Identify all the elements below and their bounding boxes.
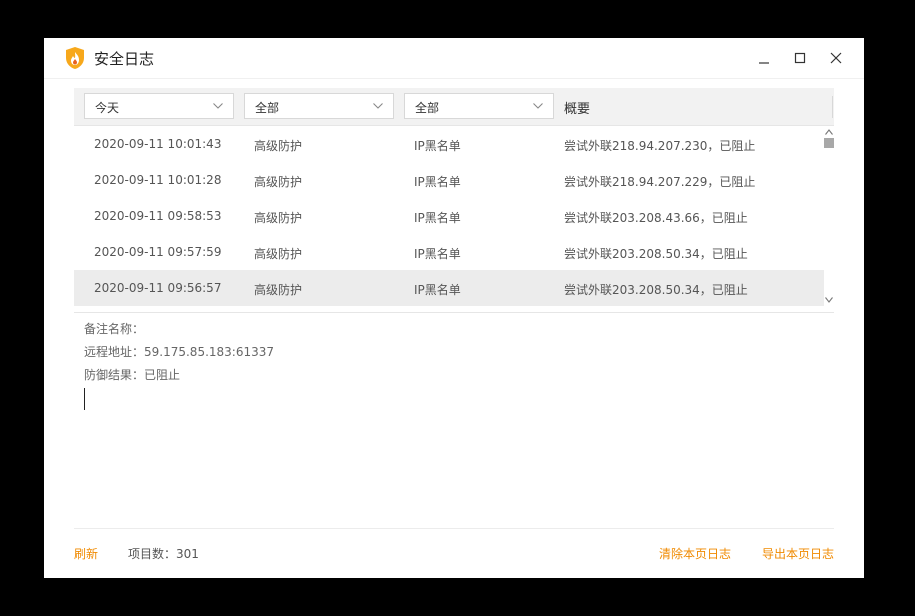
log-type: IP黑名单 xyxy=(414,211,461,225)
scroll-down-arrow-icon[interactable] xyxy=(824,296,834,304)
log-summary: 尝试外联218.94.207.229，已阻止 xyxy=(564,175,756,189)
detail-note-name: 备注名称： xyxy=(84,322,145,336)
minimize-button[interactable] xyxy=(752,46,776,70)
log-type: IP黑名单 xyxy=(414,247,461,261)
log-level: 高级防护 xyxy=(254,175,303,189)
title-bar: 安全日志 xyxy=(44,38,864,79)
table-row[interactable]: 2020-09-11 10:01:43 高级防护 IP黑名单 尝试外联218.9… xyxy=(74,126,824,162)
clear-page-logs-link[interactable]: 清除本页日志 xyxy=(659,545,731,562)
export-page-logs-link[interactable]: 导出本页日志 xyxy=(762,545,834,562)
chevron-down-icon xyxy=(373,103,383,109)
footer-bar: 刷新 项目数：301 清除本页日志 导出本页日志 xyxy=(74,538,834,568)
close-icon xyxy=(830,52,842,64)
log-summary: 尝试外联203.208.43.66，已阻止 xyxy=(564,211,748,225)
level-filter-value: 全部 xyxy=(255,101,280,115)
window-title: 安全日志 xyxy=(94,50,155,68)
log-list: 2020-09-11 10:01:43 高级防护 IP黑名单 尝试外联218.9… xyxy=(74,126,824,306)
time-filter-value: 今天 xyxy=(95,101,120,115)
log-level: 高级防护 xyxy=(254,211,303,225)
log-details-panel[interactable]: 备注名称： 远程地址：59.175.85.183:61337 防御结果：已阻止 xyxy=(84,320,824,520)
summary-column-header: 概要 xyxy=(564,102,591,117)
item-count: 项目数：301 xyxy=(128,547,199,561)
type-filter-select[interactable]: 全部 xyxy=(404,93,554,119)
log-level: 高级防护 xyxy=(254,283,303,297)
detail-remote-address: 远程地址：59.175.85.183:61337 xyxy=(84,345,275,359)
scroll-up-arrow-icon[interactable] xyxy=(824,128,834,136)
divider xyxy=(74,528,834,529)
table-row[interactable]: 2020-09-11 09:58:53 高级防护 IP黑名单 尝试外联203.2… xyxy=(74,198,824,234)
text-caret xyxy=(84,388,85,410)
log-level: 高级防护 xyxy=(254,139,303,153)
filter-header: 今天 全部 全部 概要 xyxy=(74,88,834,126)
log-time: 2020-09-11 10:01:28 xyxy=(94,173,222,187)
log-type: IP黑名单 xyxy=(414,283,461,297)
log-summary: 尝试外联218.94.207.230，已阻止 xyxy=(564,139,756,153)
log-time: 2020-09-11 09:57:59 xyxy=(94,245,222,259)
maximize-icon xyxy=(794,52,806,64)
table-row[interactable]: 2020-09-11 09:57:59 高级防护 IP黑名单 尝试外联203.2… xyxy=(74,234,824,270)
chevron-down-icon xyxy=(533,103,543,109)
log-type: IP黑名单 xyxy=(414,175,461,189)
security-log-window: 安全日志 今天 全部 全部 概要 2020-09-11 10:01:43 高级防… xyxy=(44,38,864,578)
log-summary: 尝试外联203.208.50.34，已阻止 xyxy=(564,247,748,261)
maximize-button[interactable] xyxy=(788,46,812,70)
close-button[interactable] xyxy=(824,46,848,70)
log-time: 2020-09-11 09:56:57 xyxy=(94,281,222,295)
refresh-link[interactable]: 刷新 xyxy=(74,545,98,562)
log-type: IP黑名单 xyxy=(414,139,461,153)
chevron-down-icon xyxy=(213,103,223,109)
table-row-selected[interactable]: 2020-09-11 09:56:57 高级防护 IP黑名单 尝试外联203.2… xyxy=(74,270,824,306)
type-filter-value: 全部 xyxy=(415,101,440,115)
scrollbar-thumb[interactable] xyxy=(824,138,834,148)
flame-shield-icon xyxy=(66,47,84,69)
level-filter-select[interactable]: 全部 xyxy=(244,93,394,119)
table-row[interactable]: 2020-09-11 10:01:28 高级防护 IP黑名单 尝试外联218.9… xyxy=(74,162,824,198)
log-summary: 尝试外联203.208.50.34，已阻止 xyxy=(564,283,748,297)
column-divider xyxy=(832,96,833,118)
detail-defense-result: 防御结果：已阻止 xyxy=(84,368,181,382)
time-filter-select[interactable]: 今天 xyxy=(84,93,234,119)
log-list-scrollbar[interactable] xyxy=(824,126,834,308)
divider xyxy=(74,312,834,313)
log-level: 高级防护 xyxy=(254,247,303,261)
log-time: 2020-09-11 09:58:53 xyxy=(94,209,222,223)
log-time: 2020-09-11 10:01:43 xyxy=(94,137,222,151)
minimize-icon xyxy=(759,62,769,64)
